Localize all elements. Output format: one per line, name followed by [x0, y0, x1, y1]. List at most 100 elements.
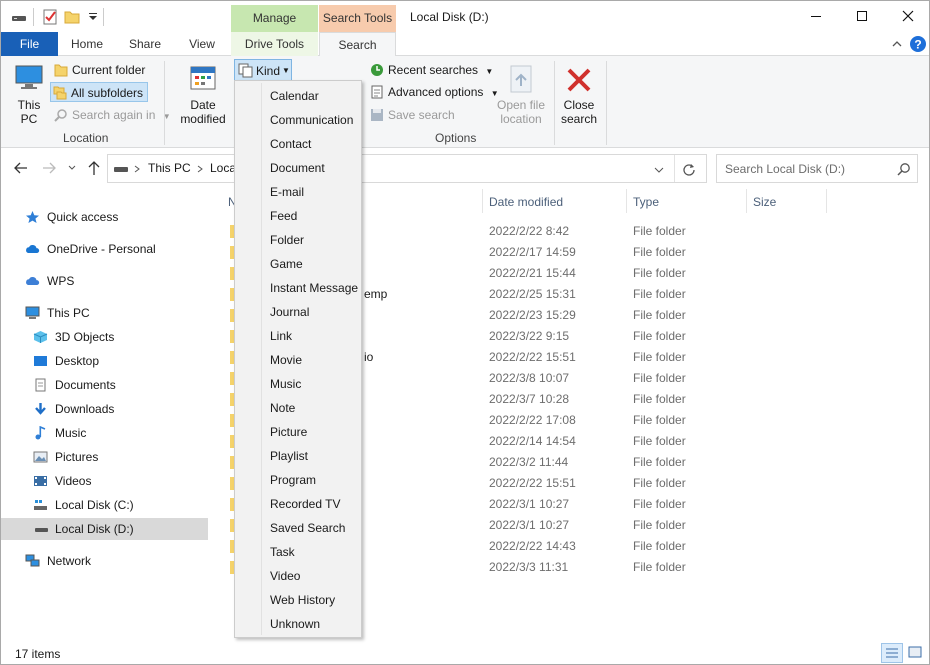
menu-item-task[interactable]: Task — [270, 540, 295, 564]
date-modified-button[interactable]: Date modified — [173, 62, 233, 128]
menu-item-picture[interactable]: Picture — [270, 420, 307, 444]
menu-item-document[interactable]: Document — [270, 156, 325, 180]
breadcrumb-chevron-icon[interactable] — [133, 165, 141, 173]
nav-label: Music — [55, 426, 87, 440]
all-subfolders-button[interactable]: All subfolders — [50, 82, 148, 102]
file-date-modified: 2022/2/22 14:43 — [489, 539, 576, 553]
close-search-button[interactable]: Close search — [557, 62, 601, 128]
item-count: 17 items — [15, 647, 61, 661]
menu-item-music[interactable]: Music — [270, 372, 301, 396]
nav-item-videos[interactable]: Videos — [33, 470, 91, 492]
tab-home[interactable]: Home — [63, 32, 111, 56]
nav-item-desktop[interactable]: Desktop — [33, 350, 99, 372]
menu-item-note[interactable]: Note — [270, 396, 295, 420]
drive-icon[interactable] — [11, 9, 27, 25]
help-icon[interactable]: ? — [909, 35, 927, 53]
menu-item-contact[interactable]: Contact — [270, 132, 311, 156]
menu-item-program[interactable]: Program — [270, 468, 316, 492]
search-input[interactable]: Search Local Disk (D:) — [725, 162, 845, 176]
nav-item-network[interactable]: Network — [25, 550, 91, 572]
column-header-size[interactable]: Size — [753, 195, 776, 215]
recent-locations-chevron-icon[interactable] — [67, 163, 77, 173]
file-type: File folder — [633, 350, 686, 364]
music-note-icon — [35, 426, 46, 440]
menu-item-playlist[interactable]: Playlist — [270, 444, 308, 468]
file-type: File folder — [633, 308, 686, 322]
tab-drive-tools[interactable]: Drive Tools — [231, 32, 318, 56]
minimize-button[interactable] — [793, 1, 839, 31]
search-again-in-button[interactable]: Search again in ▼ — [52, 105, 171, 125]
file-date-modified: 2022/2/17 14:59 — [489, 245, 576, 259]
nav-item-music[interactable]: Music — [33, 422, 86, 444]
column-separator[interactable] — [826, 189, 827, 213]
details-view-button[interactable] — [881, 643, 903, 663]
open-file-location-button[interactable]: Open file location — [491, 62, 551, 128]
nav-item-wps[interactable]: WPS — [25, 270, 74, 292]
advanced-options-button[interactable]: Advanced options ▼ — [368, 82, 499, 102]
this-pc-button[interactable]: This PC — [9, 62, 49, 128]
recent-searches-button[interactable]: Recent searches ▼ — [368, 60, 493, 80]
column-header-type[interactable]: Type — [633, 195, 659, 215]
address-history-chevron-icon[interactable] — [654, 165, 664, 175]
column-header-date-modified[interactable]: Date modified — [489, 195, 563, 215]
nav-item-quick-access[interactable]: Quick access — [25, 206, 118, 228]
menu-item-movie[interactable]: Movie — [270, 348, 302, 372]
nav-item-onedrive[interactable]: OneDrive - Personal — [25, 238, 156, 260]
details-view-icon — [886, 648, 898, 658]
collapse-ribbon-icon[interactable] — [891, 38, 903, 50]
tab-search[interactable]: Search — [319, 32, 396, 57]
menu-item-unknown[interactable]: Unknown — [270, 612, 320, 636]
search-box[interactable]: Search Local Disk (D:) — [716, 154, 918, 183]
this-pc-label: This — [17, 98, 41, 112]
column-separator[interactable] — [482, 189, 483, 213]
file-type: File folder — [633, 476, 686, 490]
forward-arrow-icon[interactable] — [41, 161, 57, 175]
qat-divider — [103, 8, 104, 26]
search-icon[interactable] — [897, 162, 911, 176]
menu-item-e-mail[interactable]: E-mail — [270, 180, 304, 204]
maximize-button[interactable] — [839, 1, 885, 31]
menu-item-instant-message[interactable]: Instant Message — [270, 276, 358, 300]
kind-button[interactable]: Kind ▼ — [234, 59, 292, 81]
properties-icon[interactable] — [42, 9, 58, 25]
menu-item-link[interactable]: Link — [270, 324, 292, 348]
tab-share[interactable]: Share — [121, 32, 169, 56]
qat-dropdown-icon[interactable] — [85, 9, 101, 25]
nav-item-pictures[interactable]: Pictures — [33, 446, 98, 468]
menu-item-communication[interactable]: Communication — [270, 108, 353, 132]
column-separator[interactable] — [626, 189, 627, 213]
address-bar[interactable]: This PC Local — [107, 154, 707, 183]
menu-item-journal[interactable]: Journal — [270, 300, 309, 324]
menu-item-calendar[interactable]: Calendar — [270, 84, 319, 108]
tab-view[interactable]: View — [179, 32, 225, 56]
menu-item-folder[interactable]: Folder — [270, 228, 304, 252]
nav-item-downloads[interactable]: Downloads — [33, 398, 114, 420]
refresh-icon[interactable] — [682, 162, 696, 176]
menu-item-video[interactable]: Video — [270, 564, 300, 588]
menu-item-recorded-tv[interactable]: Recorded TV — [270, 492, 340, 516]
nav-item-documents[interactable]: Documents — [33, 374, 116, 396]
menu-item-web-history[interactable]: Web History — [270, 588, 335, 612]
tab-file[interactable]: File — [1, 32, 58, 56]
current-folder-button[interactable]: Current folder — [52, 60, 145, 80]
nav-item-local-disk-d[interactable]: Local Disk (D:) — [1, 518, 208, 540]
large-icons-view-button[interactable] — [905, 643, 927, 663]
new-folder-icon[interactable] — [64, 9, 80, 25]
menu-item-saved-search[interactable]: Saved Search — [270, 516, 345, 540]
nav-label: 3D Objects — [55, 330, 115, 344]
save-search-button[interactable]: Save search — [368, 105, 455, 125]
document-icon — [35, 378, 46, 392]
column-separator[interactable] — [746, 189, 747, 213]
menu-item-feed[interactable]: Feed — [270, 204, 297, 228]
nav-item-local-disk-c[interactable]: Local Disk (C:) — [33, 494, 134, 516]
drive-icon — [114, 167, 128, 172]
back-arrow-icon[interactable] — [13, 161, 29, 175]
nav-item-this-pc[interactable]: This PC — [25, 302, 90, 324]
breadcrumb-chevron-icon[interactable] — [196, 165, 204, 173]
ribbon-separator — [606, 61, 607, 145]
up-arrow-icon[interactable] — [87, 160, 101, 176]
menu-item-game[interactable]: Game — [270, 252, 303, 276]
close-button[interactable] — [885, 1, 929, 31]
nav-item-3d-objects[interactable]: 3D Objects — [33, 326, 114, 348]
breadcrumb-this-pc[interactable]: This PC — [148, 161, 191, 175]
